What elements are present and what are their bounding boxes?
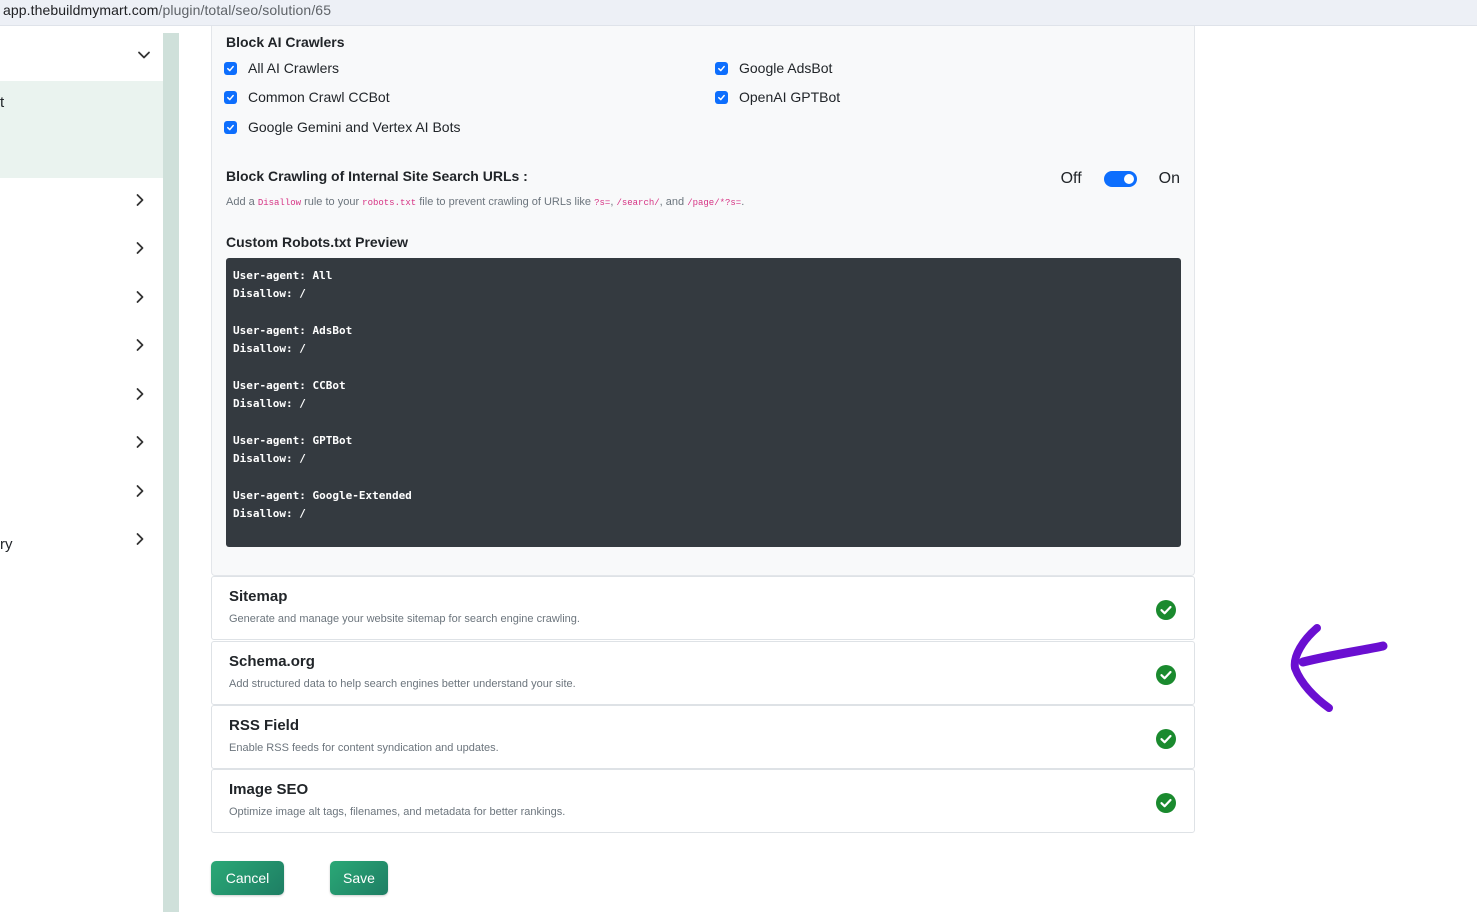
toggle-on-label: On	[1158, 170, 1180, 187]
checkbox-checked-icon[interactable]	[224, 61, 237, 75]
checkbox-google-gemini-vertex[interactable]: Google Gemini and Vertex AI Bots	[224, 119, 460, 135]
checkbox-label: Common Crawl CCBot	[248, 89, 390, 105]
url-host: app.thebuildmymart.com	[3, 2, 159, 18]
robots-preview-text: User-agent: All Disallow: / User-agent: …	[233, 269, 412, 520]
sidebar: t ry	[0, 33, 163, 912]
chevron-right-icon[interactable]	[132, 434, 148, 450]
help-code: robots.txt	[362, 198, 417, 208]
chevron-right-icon[interactable]	[132, 386, 148, 402]
cancel-button[interactable]: Cancel	[211, 861, 284, 895]
section-description: Enable RSS feeds for content syndication…	[229, 742, 499, 754]
chevron-right-icon[interactable]	[132, 483, 148, 499]
chevron-right-icon[interactable]	[132, 337, 148, 353]
url-text[interactable]: app.thebuildmymart.com/plugin/total/seo/…	[3, 2, 331, 18]
save-button[interactable]: Save	[330, 861, 388, 895]
help-text: .	[741, 196, 745, 208]
help-text: rule to your	[301, 196, 363, 208]
sidebar-item-label: ry	[0, 536, 13, 553]
check-circle-icon	[1156, 600, 1176, 620]
help-code: /search/	[616, 198, 660, 208]
chevron-down-icon[interactable]	[136, 47, 152, 63]
checkbox-checked-icon[interactable]	[224, 90, 237, 104]
toggle-knob	[1123, 174, 1134, 184]
checkbox-label: Google Gemini and Vertex AI Bots	[248, 119, 461, 135]
section-card-image-seo[interactable]: Image SEO Optimize image alt tags, filen…	[211, 769, 1195, 833]
help-text: file to prevent crawling of URLs like	[416, 196, 595, 208]
chevron-right-icon[interactable]	[132, 289, 148, 305]
robots-preview-code: User-agent: All Disallow: / User-agent: …	[226, 258, 1181, 547]
section-title: Schema.org	[229, 653, 315, 670]
check-circle-icon	[1156, 665, 1176, 685]
help-code: /page/*?s=	[687, 198, 742, 208]
section-card-sitemap[interactable]: Sitemap Generate and manage your website…	[211, 576, 1195, 640]
section-title: Sitemap	[229, 588, 288, 605]
chevron-right-icon[interactable]	[132, 240, 148, 256]
block-ai-crawlers-heading: Block AI Crawlers	[226, 34, 345, 50]
sidebar-item-label: t	[0, 94, 5, 111]
checkbox-common-crawl-ccbot[interactable]: Common Crawl CCBot	[224, 89, 390, 105]
robots-preview-heading: Custom Robots.txt Preview	[226, 234, 409, 250]
checkbox-google-adsbot[interactable]: Google AdsBot	[715, 60, 832, 76]
checkbox-label: OpenAI GPTBot	[739, 89, 841, 105]
robots-settings-panel: Block AI Crawlers All AI Crawlers Google…	[211, 26, 1195, 576]
help-text: , and	[659, 196, 688, 208]
section-title: RSS Field	[229, 717, 300, 734]
sidebar-divider	[163, 33, 179, 912]
help-code: ?s=	[594, 198, 611, 208]
checkbox-label: All AI Crawlers	[248, 60, 340, 76]
section-description: Optimize image alt tags, filenames, and …	[229, 806, 566, 818]
check-circle-icon	[1156, 729, 1176, 749]
chevron-right-icon[interactable]	[132, 531, 148, 547]
sidebar-item-active[interactable]: t	[0, 81, 163, 178]
checkbox-label: Google AdsBot	[739, 60, 833, 76]
help-text: Add a	[226, 196, 258, 208]
checkbox-checked-icon[interactable]	[715, 90, 728, 104]
checkbox-openai-gptbot[interactable]: OpenAI GPTBot	[715, 89, 840, 105]
checkbox-checked-icon[interactable]	[715, 61, 728, 75]
section-description: Add structured data to help search engin…	[229, 678, 576, 690]
chevron-right-icon[interactable]	[132, 192, 148, 208]
checkbox-all-ai-crawlers[interactable]: All AI Crawlers	[224, 60, 339, 76]
browser-address-bar[interactable]: app.thebuildmymart.com/plugin/total/seo/…	[0, 0, 1477, 26]
url-path: /plugin/total/seo/solution/65	[158, 2, 332, 18]
section-description: Generate and manage your website sitemap…	[229, 613, 580, 625]
annotation-arrow-icon	[1285, 622, 1390, 717]
internal-search-help-text: Add a Disallow rule to your robots.txt f…	[226, 196, 744, 208]
help-code: Disallow	[257, 198, 302, 208]
internal-search-toggle-row: Off On	[1061, 170, 1180, 188]
section-title: Image SEO	[229, 781, 309, 798]
toggle-off-label: Off	[1060, 170, 1082, 187]
check-circle-icon	[1156, 793, 1176, 813]
section-card-schema[interactable]: Schema.org Add structured data to help s…	[211, 641, 1195, 705]
internal-search-heading: Block Crawling of Internal Site Search U…	[226, 168, 528, 184]
checkbox-checked-icon[interactable]	[224, 120, 237, 134]
section-card-rss[interactable]: RSS Field Enable RSS feeds for content s…	[211, 705, 1195, 769]
internal-search-toggle[interactable]	[1103, 171, 1137, 187]
